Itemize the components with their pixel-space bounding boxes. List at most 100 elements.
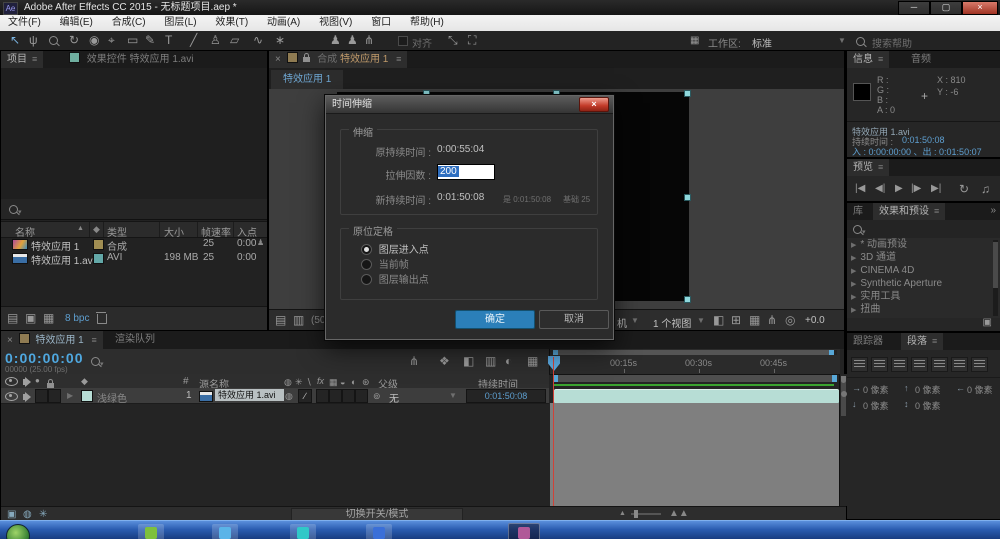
parent-pickwhip-icon[interactable]: ⊚	[373, 390, 381, 402]
zoom-out-icon[interactable]: ▲	[619, 510, 626, 517]
menu-effect[interactable]: 效果(T)	[207, 17, 256, 28]
expand-inout-icon[interactable]: ✳	[39, 509, 47, 520]
radio-current-frame[interactable]: 当前帧	[361, 256, 409, 271]
flowchart-icon[interactable]: ⋔	[767, 314, 777, 326]
taskbar-item[interactable]	[290, 524, 316, 539]
disclosure-icon[interactable]: ▶	[847, 242, 860, 249]
panel-menu-icon[interactable]: ≡	[878, 54, 883, 64]
tracker-tool-icon[interactable]: ⋔	[364, 34, 374, 46]
work-area-bar[interactable]	[553, 375, 837, 382]
channel-icon[interactable]: ▥	[293, 314, 304, 326]
composition-mini-flowchart-icon[interactable]: ⋔	[409, 355, 419, 367]
layer-label-swatch[interactable]	[81, 390, 93, 402]
label-column-icon[interactable]: ◆	[93, 224, 100, 235]
graph-editor-icon[interactable]: ▦	[527, 355, 538, 367]
layer-switch-box[interactable]	[355, 389, 368, 403]
new-composition-icon[interactable]: ▦	[43, 312, 54, 324]
tab-project[interactable]: 项目≡	[1, 51, 43, 68]
panel-menu-icon[interactable]: ≡	[878, 162, 883, 172]
new-folder-icon[interactable]: ▣	[25, 312, 36, 324]
snapshot-icon[interactable]: ▤	[275, 314, 286, 326]
tab-composition[interactable]: × 合成 特效应用 1 ≡	[269, 51, 407, 68]
tab-libraries[interactable]: 库	[847, 203, 869, 220]
brush-tool-icon[interactable]: ╱	[190, 34, 197, 46]
close-tab-icon[interactable]: ×	[275, 54, 281, 65]
prev-frame-button[interactable]: ◀|	[875, 183, 885, 195]
rotate-tool-icon[interactable]: ↻	[69, 34, 79, 46]
minimize-button[interactable]: ─	[898, 1, 930, 15]
layer-lock-box[interactable]	[48, 389, 61, 403]
menu-window[interactable]: 窗口	[363, 17, 399, 28]
indent-left-field[interactable]: 0 像素	[863, 383, 889, 396]
panel-menu-icon[interactable]: ≡	[932, 336, 937, 346]
new-preset-icon[interactable]: ▣	[983, 317, 992, 329]
radio-layer-in-point[interactable]: 图层进入点	[361, 241, 429, 256]
panel-menu-icon[interactable]: ≡	[32, 54, 37, 64]
comp-marker-gutter-icon[interactable]	[841, 391, 847, 397]
tab-preview[interactable]: 预览≡	[847, 159, 889, 176]
space-before-field[interactable]: 0 像素	[915, 383, 941, 396]
lock-icon[interactable]	[303, 51, 310, 68]
label-swatch[interactable]	[93, 239, 104, 250]
layer-video-toggle[interactable]	[5, 392, 18, 404]
layer-source-name[interactable]: 特效应用 1.avi	[215, 389, 284, 401]
menu-layer[interactable]: 图层(L)	[156, 17, 204, 28]
layer-quality-box[interactable]: ∕	[298, 389, 312, 403]
expand-layers-icon[interactable]: ▣	[7, 509, 16, 520]
views-caret-icon[interactable]: ▼	[697, 316, 705, 325]
expand-modes-icon[interactable]: ◍	[23, 509, 32, 520]
justify-last-center-button[interactable]	[931, 357, 948, 372]
first-line-indent-field[interactable]: 0 像素	[863, 399, 889, 412]
layer-row[interactable]: ▶ 浅绿色 1 特效应用 1.avi ◍ ∕ ⊚ 无 ▼ 0:01:50:08	[1, 388, 549, 404]
project-search-icon[interactable]: ▾	[9, 205, 22, 217]
menu-help[interactable]: 帮助(H)	[402, 17, 452, 28]
horizontal-scrollbar[interactable]	[553, 350, 837, 355]
project-row-composition[interactable]: 特效应用 1 合成 25 0:00 ♟	[1, 237, 267, 250]
layer-solo-box[interactable]	[35, 389, 48, 403]
menu-edit[interactable]: 编辑(E)	[52, 17, 101, 28]
hide-shy-layers-icon[interactable]: ◧	[463, 355, 474, 367]
disclosure-icon[interactable]: ▶	[847, 307, 860, 314]
layer-label-color-name[interactable]: 浅绿色	[97, 390, 127, 405]
draft-3d-icon[interactable]: ❖	[439, 355, 450, 367]
radio-layer-out-point[interactable]: 图层输出点	[361, 271, 429, 286]
tab-info[interactable]: 信息≡	[847, 51, 889, 68]
layer-duration-bar[interactable]	[554, 389, 839, 404]
layer-switch-box[interactable]	[342, 389, 355, 403]
effects-group-row[interactable]: ▶CINEMA 4D	[847, 264, 1000, 277]
panel-overflow-icon[interactable]: »	[990, 205, 996, 216]
grid-guides-icon[interactable]: ⊞	[731, 314, 741, 326]
camera-tool-icon[interactable]: ◉	[89, 34, 99, 46]
loop-button[interactable]: ↻	[959, 183, 969, 195]
effects-group-row[interactable]: ▶* 动画预设	[847, 238, 1000, 251]
camera-caret-icon[interactable]: ▼	[631, 316, 639, 325]
viewer-tab[interactable]: 特效应用 1	[271, 70, 343, 89]
parent-select[interactable]: 无	[389, 390, 399, 405]
mask-visibility-icon[interactable]: ▦	[749, 314, 760, 326]
align-left-button[interactable]	[851, 357, 868, 372]
play-button[interactable]: ▶	[895, 183, 903, 195]
menu-view[interactable]: 视图(V)	[311, 17, 360, 28]
tab-effect-controls[interactable]: 效果控件 特效应用 1.avi	[63, 51, 199, 68]
menu-composition[interactable]: 合成(C)	[104, 17, 154, 28]
fullscreen-icon[interactable]: ⛶	[468, 34, 476, 46]
view-layout-select[interactable]: 1 个视图	[653, 315, 691, 330]
color-depth-button[interactable]: 8 bpc	[65, 313, 89, 324]
playhead-marker[interactable]	[548, 356, 560, 371]
taskbar-item[interactable]	[366, 524, 392, 539]
tab-timeline-comp[interactable]: × 特效应用 1 ≡	[1, 331, 103, 349]
selection-tool-icon[interactable]: ↖	[10, 33, 20, 47]
current-time-indicator-line[interactable]	[553, 357, 554, 506]
timeline-search-icon[interactable]: ▾	[91, 357, 104, 369]
tab-paragraph[interactable]: 段落≡	[901, 333, 943, 350]
indent-right-field[interactable]: 0 像素	[967, 383, 993, 396]
mask-tool-icon[interactable]: ▭	[127, 34, 138, 46]
tab-audio[interactable]: 音频	[905, 51, 937, 68]
close-window-button[interactable]: ×	[962, 1, 998, 15]
stretch-factor-input[interactable]: 200	[437, 164, 495, 180]
new-duration-value[interactable]: 0:01:50:08	[437, 192, 484, 203]
layer-switch-box[interactable]	[329, 389, 342, 403]
justify-last-left-button[interactable]	[911, 357, 928, 372]
justify-last-right-button[interactable]	[951, 357, 968, 372]
ok-button[interactable]: 确定	[455, 310, 535, 329]
